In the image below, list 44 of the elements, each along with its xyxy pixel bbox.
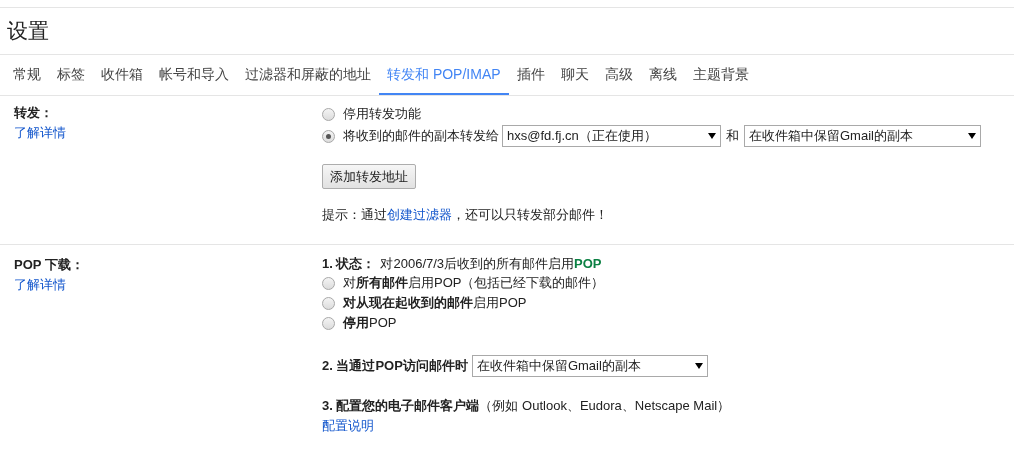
caret-icon	[694, 363, 703, 369]
settings-tab[interactable]: 主题背景	[684, 55, 757, 95]
settings-tab[interactable]: 离线	[640, 55, 685, 95]
settings-tab[interactable]: 插件	[508, 55, 553, 95]
add-forwarding-address-button[interactable]: 添加转发地址	[322, 164, 416, 189]
learn-more-link[interactable]: 了解详情	[14, 122, 66, 142]
access-label: 2. 当通过POP访问邮件时	[322, 357, 468, 376]
client-note: （例如 Outlook、Eudora、Netscape Mail）	[479, 397, 731, 415]
radio-label: 停用转发功能	[343, 105, 421, 124]
status-label: 1. 状态：	[322, 255, 376, 274]
client-label: 3. 配置您的电子邮件客户端	[322, 397, 480, 415]
radio-button[interactable]	[322, 107, 335, 121]
settings-tab[interactable]: 高级	[596, 55, 641, 95]
status-text: 对2006/7/3后收到的所有邮件启用	[380, 255, 575, 274]
dropdown-select[interactable]: 在收件箱中保留Gmail的副本	[744, 125, 981, 147]
settings-tab[interactable]: 收件箱	[93, 55, 151, 95]
page-title: 设置	[7, 18, 49, 45]
hint-text: 提示：通过	[322, 206, 387, 224]
setup-instructions-link[interactable]: 配置说明	[322, 415, 374, 435]
radio-button[interactable]	[322, 316, 335, 330]
create-filter-link[interactable]: 创建过滤器	[387, 205, 452, 225]
section-label: POP 下载：	[14, 256, 85, 274]
learn-more-link[interactable]: 了解详情	[14, 274, 66, 294]
settings-tab[interactable]: 过滤器和屏蔽的地址	[237, 55, 379, 95]
radio-button[interactable]	[322, 276, 335, 290]
radio-label: 停用POP	[343, 314, 397, 333]
caret-icon	[708, 133, 716, 139]
status-value: POP	[574, 255, 602, 274]
section-label: 转发：	[14, 104, 54, 122]
radio-label: 对从现在起收到的邮件启用POP	[343, 294, 527, 313]
radio-label: 将收到的邮件的副本转发给	[343, 127, 499, 146]
settings-tab[interactable]: 转发和 POP/IMAP	[379, 55, 509, 95]
caret-icon	[968, 133, 976, 139]
radio-button[interactable]	[322, 296, 335, 310]
dropdown-select[interactable]: hxs@fd.fj.cn（正在使用）	[502, 125, 721, 147]
radio-button[interactable]	[322, 129, 335, 143]
settings-tab[interactable]: 帐号和导入	[151, 55, 237, 95]
conjunction-text: 和	[726, 127, 739, 146]
settings-tab[interactable]: 标签	[49, 55, 93, 95]
settings-tab[interactable]: 常规	[5, 55, 49, 95]
settings-tab[interactable]: 聊天	[552, 55, 597, 95]
radio-label: 对所有邮件启用POP（包括已经下载的邮件）	[343, 274, 605, 293]
dropdown-select[interactable]: 在收件箱中保留Gmail的副本	[471, 355, 708, 377]
hint-text: ，还可以只转发部分邮件！	[452, 206, 608, 224]
